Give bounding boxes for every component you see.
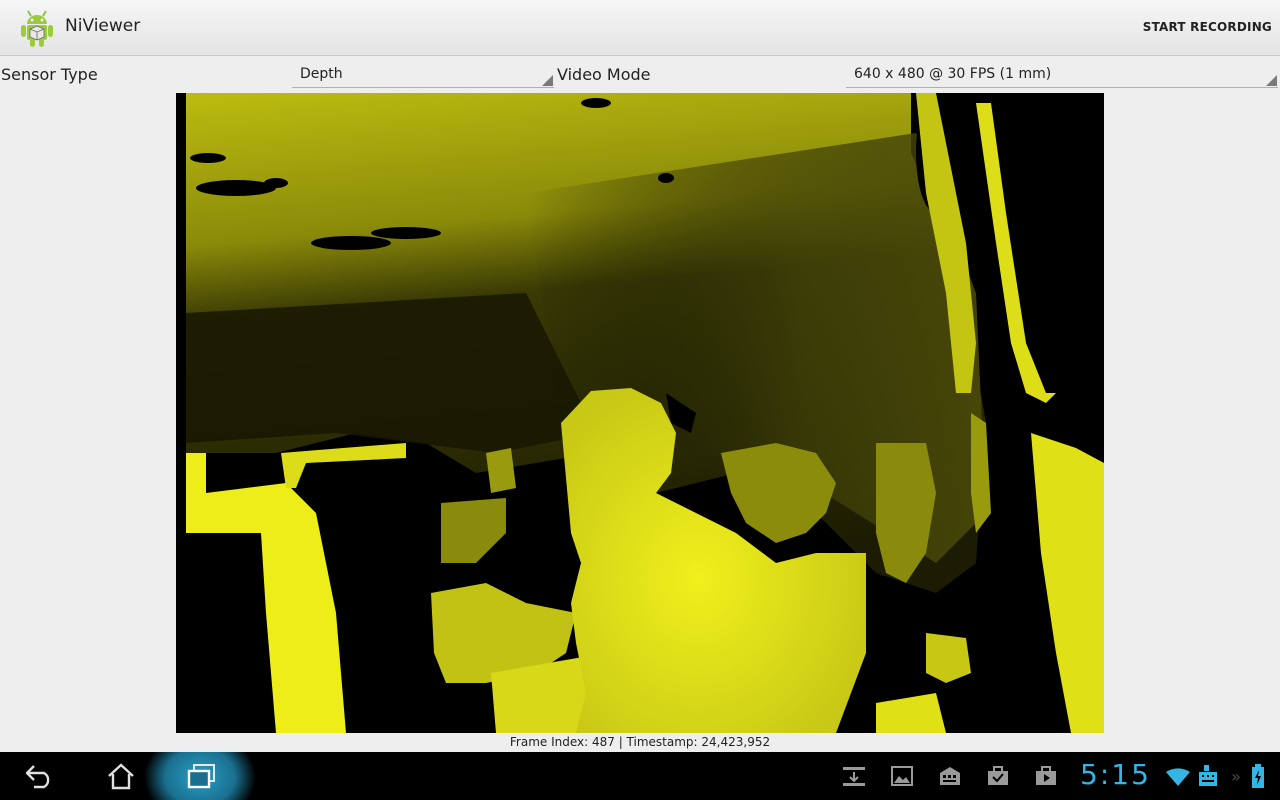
spinner-corner-icon (542, 75, 553, 86)
keyboard-icon[interactable] (936, 762, 964, 790)
sensor-type-value: Depth (300, 66, 343, 82)
wifi-icon[interactable] (1164, 762, 1192, 790)
controls-row: Sensor Type Depth Video Mode 640 x 480 @… (0, 56, 1280, 92)
spinner-corner-icon (1266, 75, 1277, 86)
clock[interactable]: 5:15 (1080, 758, 1151, 791)
depth-image (176, 93, 1104, 733)
back-icon[interactable] (18, 752, 62, 800)
action-bar: NiViewer START RECORDING (0, 0, 1280, 56)
video-mode-label: Video Mode (557, 65, 651, 84)
sensor-type-spinner[interactable]: Depth (292, 60, 554, 88)
video-mode-value: 640 x 480 @ 30 FPS (1 mm) (854, 66, 1052, 82)
android-robot-icon[interactable] (18, 8, 56, 48)
depth-image-view[interactable] (176, 93, 1104, 733)
battery-icon[interactable] (1244, 762, 1272, 790)
download-icon[interactable] (840, 762, 868, 790)
system-bar: 5:15 » (0, 752, 1280, 800)
app-title: NiViewer (65, 16, 141, 36)
keyboard-input-icon[interactable] (1194, 762, 1222, 790)
task-icon[interactable] (984, 762, 1012, 790)
app-window: NiViewer START RECORDING Sensor Type Dep… (0, 0, 1280, 800)
video-mode-spinner[interactable]: 640 x 480 @ 30 FPS (1 mm) (846, 60, 1278, 88)
gallery-icon[interactable] (888, 762, 916, 790)
play-store-icon[interactable] (1032, 762, 1060, 790)
home-icon[interactable] (100, 752, 142, 800)
recent-apps-icon[interactable] (180, 752, 222, 800)
sensor-type-label: Sensor Type (1, 65, 98, 84)
frame-info-text: Frame Index: 487 | Timestamp: 24,423,952 (509, 735, 771, 749)
start-recording-button[interactable]: START RECORDING (1143, 20, 1272, 34)
